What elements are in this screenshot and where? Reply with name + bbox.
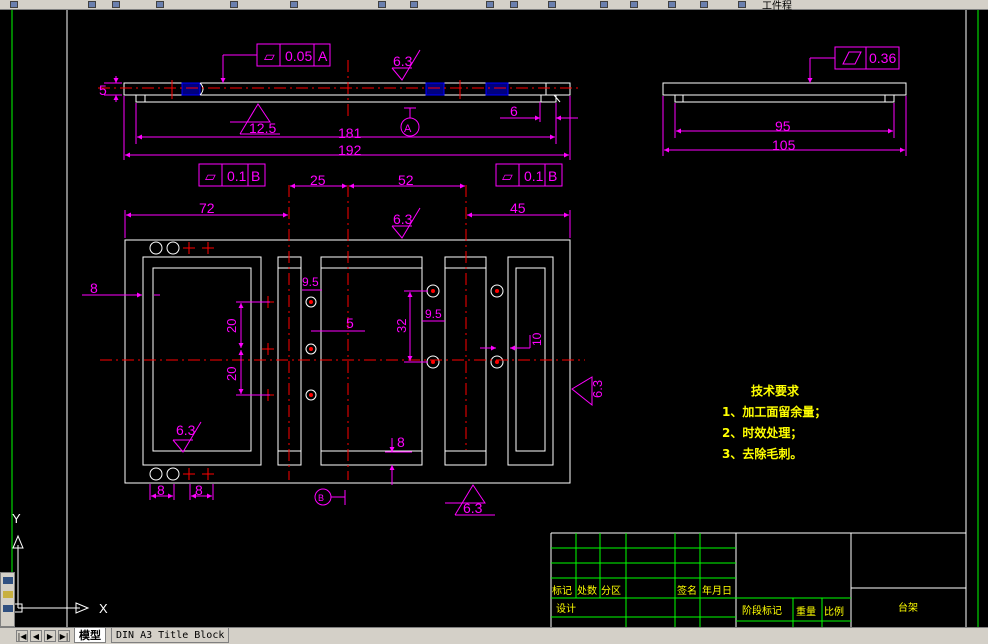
dim-10: 10 bbox=[530, 332, 544, 346]
tab-next-button[interactable]: ▶ bbox=[44, 630, 56, 642]
dim-9-5-b: 9.5 bbox=[425, 307, 442, 321]
print-icon[interactable] bbox=[156, 1, 164, 8]
tab-prev-button[interactable]: ◀ bbox=[30, 630, 42, 642]
tab-layout[interactable]: DIN A3 Title Block bbox=[111, 628, 230, 643]
title-block-texts: 标记 处数 分区 签名 年月日 设计 阶段标记 重量 比例 台架 bbox=[552, 584, 918, 618]
drawing-frame bbox=[11, 10, 979, 627]
properties-icon[interactable] bbox=[600, 1, 608, 8]
flatness-symbol: ⏥ bbox=[264, 48, 275, 64]
open-icon[interactable] bbox=[88, 1, 96, 8]
new-icon[interactable] bbox=[10, 1, 18, 8]
tech-item: 1、加工面留余量； bbox=[722, 404, 826, 419]
fcf-right-datum: B bbox=[548, 168, 557, 184]
tab-last-button[interactable]: ▶| bbox=[58, 630, 70, 642]
layer-state-icon[interactable] bbox=[700, 1, 708, 8]
tb-stage: 阶段标记 bbox=[742, 604, 782, 617]
redo-icon[interactable] bbox=[486, 1, 494, 8]
drawing-canvas[interactable]: ⏥ 0.05 A 6.3 5 12.5 181 192 6 A 0.36 95 … bbox=[0, 10, 988, 627]
tolerance-value: 0.36 bbox=[869, 50, 896, 66]
dim-20-a: 20 bbox=[224, 319, 239, 333]
ucs-icon bbox=[12, 534, 90, 614]
datum-a-label: A bbox=[404, 123, 412, 135]
roughness-plan-inner: 6.3 bbox=[176, 422, 196, 438]
copy-icon[interactable] bbox=[290, 1, 298, 8]
roughness-plan-top: 6.3 bbox=[393, 211, 413, 227]
dim-105: 105 bbox=[772, 137, 796, 153]
tech-requirements: 技术要求 1、加工面留余量； 2、时效处理； 3、去除毛刺。 bbox=[722, 383, 826, 461]
zoom-icon[interactable] bbox=[548, 1, 556, 8]
dim-192: 192 bbox=[338, 142, 362, 158]
tb-scale: 比例 bbox=[824, 605, 844, 618]
dim-72: 72 bbox=[199, 200, 215, 216]
ucs-labels: Y X bbox=[12, 511, 108, 616]
palette-item-icon[interactable] bbox=[3, 591, 13, 598]
tech-item: 3、去除毛刺。 bbox=[722, 446, 802, 461]
dim-8-left: 8 bbox=[90, 280, 98, 296]
dim-95: 95 bbox=[775, 118, 791, 134]
dim-25: 25 bbox=[310, 172, 326, 188]
fcf-left-symbol: ⏥ bbox=[205, 168, 216, 184]
roughness-plan-right: 6.3 bbox=[590, 380, 605, 398]
flatness-datum: A bbox=[318, 48, 328, 64]
tool-palette[interactable] bbox=[0, 572, 15, 627]
plan-view-holes bbox=[149, 241, 504, 481]
fcf-right-symbol: ⏥ bbox=[502, 168, 513, 184]
tab-first-button[interactable]: |◀ bbox=[16, 630, 28, 642]
dim-6: 6 bbox=[510, 103, 518, 119]
dim-8-bottom: 8 bbox=[397, 434, 405, 450]
dim-5: 5 bbox=[346, 315, 354, 331]
tb-label: 分区 bbox=[601, 585, 621, 597]
ucs-y-label: Y bbox=[12, 511, 21, 526]
datum-b-label: B bbox=[318, 493, 324, 503]
dim-8-bl2: 8 bbox=[195, 482, 203, 498]
palette-item-icon[interactable] bbox=[3, 605, 13, 612]
fcf-left-value: 0.1 bbox=[227, 168, 247, 184]
tb-label: 标记 bbox=[552, 585, 572, 597]
tb-weight: 重量 bbox=[796, 605, 816, 618]
tb-part-name: 台架 bbox=[898, 601, 918, 614]
fcf-left-datum: B bbox=[251, 168, 260, 184]
palette-item-icon[interactable] bbox=[3, 577, 13, 584]
pan-icon[interactable] bbox=[510, 1, 518, 8]
flatness-value: 0.05 bbox=[285, 48, 312, 64]
dim-20-b: 20 bbox=[224, 367, 239, 381]
layout-tab-bar: |◀ ◀ ▶ ▶| 模型 DIN A3 Title Block bbox=[0, 627, 988, 644]
roughness-bottom: 12.5 bbox=[249, 120, 276, 136]
undo-icon[interactable] bbox=[410, 1, 418, 8]
tb-design: 设计 bbox=[556, 602, 576, 615]
plan-view-centerlines bbox=[100, 185, 585, 480]
right-view bbox=[662, 82, 907, 103]
dim-32: 32 bbox=[394, 319, 409, 333]
layer-icon[interactable] bbox=[668, 1, 676, 8]
roughness-plan-bottom: 6.3 bbox=[463, 500, 483, 516]
dim-52: 52 bbox=[398, 172, 414, 188]
toolbar: 工件程 bbox=[0, 0, 988, 12]
tb-label: 处数 bbox=[577, 584, 597, 597]
help-icon[interactable] bbox=[630, 1, 638, 8]
cut-icon[interactable] bbox=[230, 1, 238, 8]
tb-label: 年月日 bbox=[702, 584, 732, 597]
save-icon[interactable] bbox=[112, 1, 120, 8]
roughness-top: 6.3 bbox=[393, 53, 413, 69]
tech-item: 2、时效处理； bbox=[722, 425, 802, 440]
layer-color-icon[interactable] bbox=[738, 1, 746, 8]
tech-title: 技术要求 bbox=[751, 383, 800, 398]
ucs-x-label: X bbox=[99, 601, 108, 616]
paste-icon[interactable] bbox=[378, 1, 386, 8]
top-view-texts: ⏥ 0.05 A 6.3 5 12.5 181 192 6 A bbox=[99, 48, 518, 158]
dim-9-5-a: 9.5 bbox=[302, 275, 319, 289]
dim-8-bl: 8 bbox=[157, 482, 165, 498]
tab-model[interactable]: 模型 bbox=[74, 628, 106, 643]
top-view bbox=[98, 60, 580, 120]
tb-label: 签名 bbox=[677, 584, 697, 597]
thickness-dim: 5 bbox=[99, 82, 107, 98]
dim-45: 45 bbox=[510, 200, 526, 216]
fcf-right-value: 0.1 bbox=[524, 168, 544, 184]
dim-181: 181 bbox=[338, 125, 362, 141]
